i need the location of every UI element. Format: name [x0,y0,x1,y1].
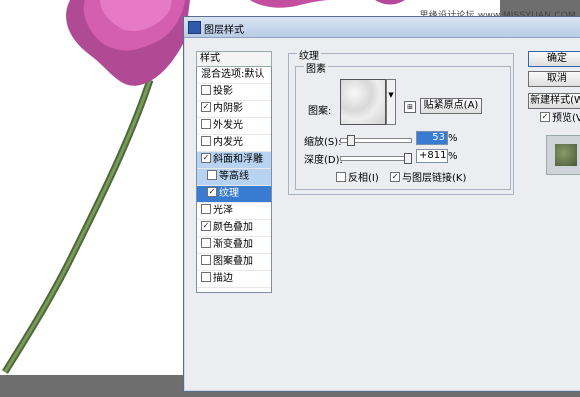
pattern-label: 图案: [308,106,332,117]
style-item-label: 等高线 [219,171,249,182]
style-item-inner-shadow[interactable]: ✓ 内阴影 [197,101,271,118]
stroke-checkbox[interactable] [201,272,211,282]
style-item-label: 内发光 [213,137,243,148]
depth-input[interactable]: +811 [416,149,448,163]
styles-list: 样式 混合选项:默认 投影 ✓ 内阴影 外发光 内发光 ✓ 斜面和浮雕 等高线 ✓ 纹… [196,51,272,293]
style-item-label: 投影 [213,86,233,97]
style-item-label: 外发光 [213,120,243,131]
contour-checkbox[interactable] [207,170,217,180]
scale-label: 缩放(S): [304,137,342,148]
scale-slider-thumb[interactable] [347,135,355,146]
style-preview-thumbnail [546,135,580,175]
dialog-title: 图层样式 [204,25,244,36]
link-with-layer-option[interactable]: ✓ 与图层链接(K) [390,169,466,184]
style-item-stroke[interactable]: 描边 [197,271,271,288]
styles-header[interactable]: 样式 [196,51,272,67]
depth-slider-thumb[interactable] [404,153,412,164]
style-item-label: 颜色叠加 [213,222,253,233]
new-preset-from-pattern-icon[interactable]: ⊞ [404,101,416,113]
style-item-blending-options[interactable]: 混合选项:默认 [197,67,271,84]
ok-button[interactable]: 确定 [528,51,580,67]
new-style-button[interactable]: 新建样式(W [528,93,580,109]
pattern-dropdown-arrow-icon[interactable]: ▼ [386,79,396,125]
style-item-label: 描边 [213,273,233,284]
depth-unit: % [448,151,458,162]
pattern-swatch[interactable] [340,79,386,125]
style-item-label: 光泽 [213,205,233,216]
style-item-label: 斜面和浮雕 [213,154,263,165]
style-item-outer-glow[interactable]: 外发光 [197,118,271,135]
style-item-label: 混合选项:默认 [201,69,265,80]
style-item-satin[interactable]: 光泽 [197,203,271,220]
scale-unit: % [448,133,458,144]
style-item-contour[interactable]: 等高线 [197,169,271,186]
satin-checkbox[interactable] [201,204,211,214]
style-item-gradient-overlay[interactable]: 渐变叠加 [197,237,271,254]
style-item-pattern-overlay[interactable]: 图案叠加 [197,254,271,271]
style-item-texture[interactable]: ✓ 纹理 [197,186,271,203]
preview-checkbox[interactable]: ✓ [540,112,550,122]
inner-shadow-checkbox[interactable]: ✓ [201,102,211,112]
elements-subgroup: 图素 图案: ▼ ⊞ 贴紧原点(A) 缩放(S): 53 % 深度(D): +8… [295,60,511,190]
dialog-titlebar[interactable]: 图层样式 [184,17,580,38]
elements-subgroup-label: 图素 [304,60,328,75]
inner-glow-checkbox[interactable] [201,136,211,146]
gradient-overlay-checkbox[interactable] [201,238,211,248]
preview-swatch [555,144,577,166]
depth-label: 深度(D): [304,155,343,166]
invert-option[interactable]: 反相(I) [336,169,379,184]
pattern-overlay-checkbox[interactable] [201,255,211,265]
style-item-color-overlay[interactable]: ✓ 颜色叠加 [197,220,271,237]
color-overlay-checkbox[interactable]: ✓ [201,221,211,231]
style-item-inner-glow[interactable]: 内发光 [197,135,271,152]
depth-slider[interactable] [340,153,412,164]
invert-label: 反相(I) [348,173,379,184]
preview-option[interactable]: ✓ 预览(V [540,109,580,124]
link-with-layer-checkbox[interactable]: ✓ [390,172,400,182]
bevel-emboss-checkbox[interactable]: ✓ [201,153,211,163]
scale-input[interactable]: 53 [416,131,448,145]
texture-group: 纹理 图素 图案: ▼ ⊞ 贴紧原点(A) 缩放(S): 53 % 深度(D):… [288,47,514,195]
scale-slider[interactable] [340,135,412,146]
style-item-label: 内阴影 [213,103,243,114]
preview-label: 预览(V [552,113,580,124]
style-item-drop-shadow[interactable]: 投影 [197,84,271,101]
style-item-label: 渐变叠加 [213,239,253,250]
style-item-label: 图案叠加 [213,256,253,267]
drop-shadow-checkbox[interactable] [201,85,211,95]
layer-style-dialog: 图层样式 样式 混合选项:默认 投影 ✓ 内阴影 外发光 内发光 ✓ 斜面和浮雕 等… [183,16,580,392]
invert-checkbox[interactable] [336,172,346,182]
photoshop-app-icon [188,21,201,34]
texture-checkbox[interactable]: ✓ [207,187,217,197]
style-item-bevel-emboss[interactable]: ✓ 斜面和浮雕 [197,152,271,169]
snap-to-origin-button[interactable]: 贴紧原点(A) [420,98,482,114]
style-item-label: 纹理 [219,188,239,199]
link-with-layer-label: 与图层链接(K) [402,173,467,184]
cancel-button[interactable]: 取消 [528,71,580,87]
outer-glow-checkbox[interactable] [201,119,211,129]
